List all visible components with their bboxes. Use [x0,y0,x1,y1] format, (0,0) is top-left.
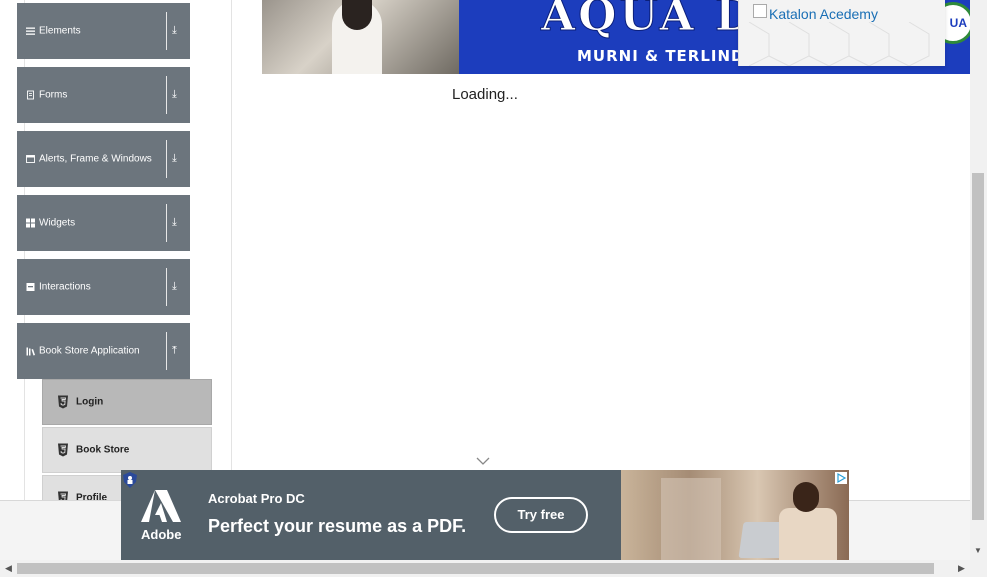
download-arrow-icon: ⤓ [172,280,177,293]
divider [166,204,167,242]
hexagon-pattern [748,22,930,66]
ad-photo-person-head [793,482,819,512]
ad-photo [621,470,849,560]
scroll-right-arrow-icon[interactable]: ▶ [958,563,965,574]
download-arrow-icon: ⤓ [172,216,177,229]
upload-arrow-icon: ⤒ [172,344,177,357]
sidebar-group-alerts[interactable]: Alerts, Frame & Windows ⤓ [17,131,190,187]
scroll-left-arrow-icon[interactable]: ◀ [5,563,12,574]
shield-icon [123,472,137,488]
horizontal-scrollbar[interactable]: ◀ ▶ [0,560,987,577]
loading-text: Loading... [452,86,518,103]
banner-tagline: MURNI & TERLIND [577,47,745,65]
vertical-scrollbar-thumb[interactable] [972,173,984,520]
katalon-alt-text[interactable]: Katalon Acedemy [769,6,878,22]
katalon-ad[interactable]: Katalon Acedemy [738,0,945,66]
download-arrow-icon: ⤓ [172,152,177,165]
divider [166,140,167,178]
grid-icon [26,218,35,228]
sidebar-item-label: Book Store [76,444,130,456]
broken-image-icon [753,4,767,18]
divider [166,12,167,50]
vertical-scrollbar[interactable]: ▼ [970,0,987,560]
sidebar-item-book-store[interactable]: Book Store [42,427,212,473]
adobe-brand-text: Adobe [141,527,182,542]
banner-photo[interactable] [262,0,459,74]
banner-person-hair [342,0,372,30]
sidebar-group-book-store-application[interactable]: Book Store Application ⤒ [17,323,190,379]
download-arrow-icon: ⤓ [172,88,177,101]
download-arrow-icon: ⤓ [172,24,177,37]
ad-photo-shelf [661,478,721,560]
ad-photo-person-body [779,508,837,560]
divider [166,268,167,306]
sidebar-group-forms[interactable]: Forms ⤓ [17,67,190,123]
sidebar-group-interactions[interactable]: Interactions ⤓ [17,259,190,315]
sidebar-item-label: Login [76,396,104,408]
sidebar-group-label: Widgets [39,217,76,229]
sidebar-item-login[interactable]: Login [42,379,212,425]
sidebar-group-label: Forms [39,89,68,101]
divider [166,332,167,370]
hamburger-icon [26,27,35,35]
sidebar-group-label: Interactions [39,281,91,293]
adobe-ad-banner[interactable]: Adobe Acrobat Pro DC Perfect your resume… [121,470,849,560]
scroll-down-arrow-icon[interactable]: ▼ [974,546,982,555]
book-icon [26,347,35,356]
chevron-down-icon[interactable] [476,455,490,467]
html5-icon [58,395,68,409]
window-icon [26,155,35,163]
sidebar-group-label: Elements [39,25,81,37]
sidebar-group-label: Book Store Application [39,345,140,357]
ad-product-name: Acrobat Pro DC [208,491,305,506]
box-icon [26,283,35,291]
html5-icon [58,443,68,457]
sidebar-group-label: Alerts, Frame & Windows [39,153,152,165]
try-free-button[interactable]: Try free [494,497,588,533]
ad-headline: Perfect your resume as a PDF. [208,516,467,536]
list-icon [27,90,34,100]
adchoices-icon[interactable] [835,472,847,484]
sidebar-group-elements[interactable]: Elements ⤓ [17,3,190,59]
divider [166,76,167,114]
horizontal-scrollbar-thumb[interactable] [17,563,934,574]
sidebar-group-widgets[interactable]: Widgets ⤓ [17,195,190,251]
adobe-logo-icon [141,490,181,522]
